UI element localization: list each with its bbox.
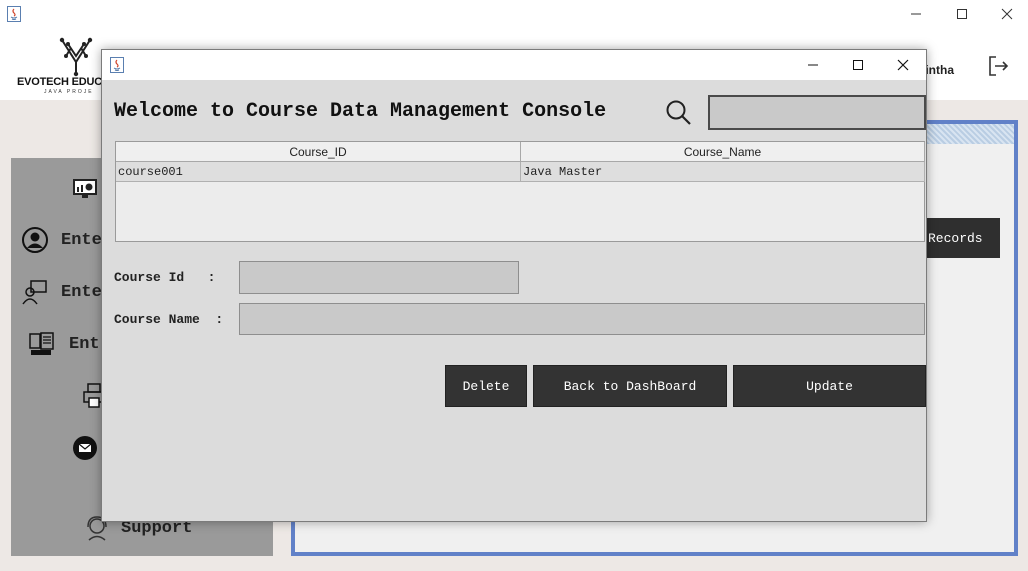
search-icon[interactable] bbox=[664, 98, 692, 126]
logout-icon[interactable] bbox=[986, 54, 1010, 78]
teacher-icon bbox=[22, 280, 47, 305]
sidebar-item-teachers[interactable]: Ente bbox=[21, 278, 102, 306]
delete-button[interactable]: Delete bbox=[445, 365, 527, 407]
sidebar-item-courses[interactable]: Ent bbox=[27, 330, 100, 358]
maximize-icon bbox=[853, 60, 863, 70]
maximize-icon bbox=[957, 9, 967, 19]
sidebar-item-students[interactable]: Ente bbox=[21, 226, 102, 254]
sidebar-item-messages[interactable] bbox=[71, 434, 99, 462]
minimize-icon bbox=[911, 13, 921, 15]
minimize-icon bbox=[808, 64, 818, 66]
java-app-icon bbox=[110, 57, 124, 73]
dashboard-icon bbox=[73, 179, 97, 198]
dialog-close-button[interactable] bbox=[880, 50, 926, 80]
close-button[interactable] bbox=[984, 0, 1028, 28]
course-table: Course_ID Course_Name course001 Java Mas… bbox=[115, 141, 925, 242]
dialog-minimize-button[interactable] bbox=[790, 50, 836, 80]
close-icon bbox=[1001, 8, 1013, 20]
panel-header-stripe bbox=[927, 124, 1014, 144]
back-to-dashboard-button[interactable]: Back to DashBoard bbox=[533, 365, 727, 407]
course-id-label: Course Id : bbox=[114, 270, 216, 285]
column-header-course-name[interactable]: Course_Name bbox=[521, 142, 925, 162]
records-button[interactable]: Records bbox=[924, 218, 1000, 258]
course-icon bbox=[29, 332, 54, 355]
update-button[interactable]: Update bbox=[733, 365, 926, 407]
page-title: Welcome to Course Data Management Consol… bbox=[114, 100, 607, 123]
maximize-button[interactable] bbox=[939, 0, 985, 28]
logo-subtitle: JAVA PROJE bbox=[44, 89, 94, 95]
dialog-maximize-button[interactable] bbox=[835, 50, 881, 80]
course-name-label: Course Name : bbox=[114, 312, 224, 327]
column-header-course-id[interactable]: Course_ID bbox=[116, 142, 521, 162]
table-cell[interactable]: course001 bbox=[116, 162, 521, 182]
table-cell[interactable]: Java Master bbox=[521, 162, 925, 182]
java-app-icon bbox=[7, 6, 21, 22]
sidebar-item-label: Ent bbox=[69, 334, 100, 354]
search-input[interactable] bbox=[708, 95, 926, 130]
sidebar-item-dashboard[interactable] bbox=[71, 174, 99, 202]
logo-title: EVOTECH EDUC bbox=[17, 76, 102, 88]
dialog-titlebar bbox=[102, 50, 926, 80]
course-id-field[interactable] bbox=[239, 261, 519, 294]
user-icon bbox=[22, 227, 48, 253]
close-icon bbox=[897, 59, 909, 71]
main-titlebar bbox=[0, 0, 1028, 28]
mail-icon bbox=[73, 436, 97, 460]
minimize-button[interactable] bbox=[893, 0, 939, 28]
course-dialog: Welcome to Course Data Management Consol… bbox=[101, 49, 927, 522]
sidebar-item-label: Ente bbox=[61, 230, 102, 250]
sidebar-item-label: Ente bbox=[61, 282, 102, 302]
course-name-field[interactable] bbox=[239, 303, 925, 335]
